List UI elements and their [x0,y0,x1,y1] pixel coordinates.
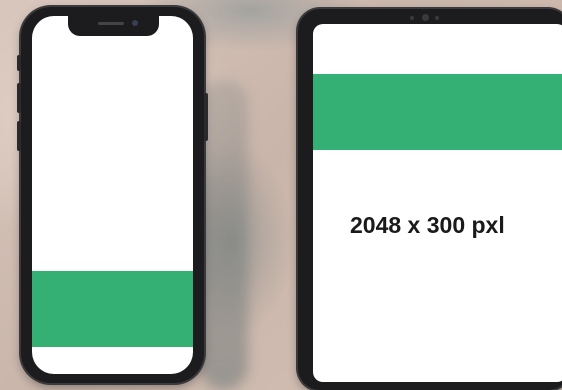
phone-notch [68,16,159,36]
camera-icon [422,14,429,21]
tablet-mockup: 2048 x 300 pxl [298,9,562,390]
phone-side-button-power [204,93,208,141]
phone-side-button-volume-down [17,121,21,151]
phone-side-button-volume-up [17,83,21,113]
phone-mockup [17,7,208,383]
sensor-icon [410,16,414,20]
phone-banner [32,271,193,347]
phone-screen [32,16,193,374]
banner-size-label: 2048 x 300 pxl [350,212,505,238]
speaker-icon [98,22,124,25]
camera-icon [132,20,138,26]
sensor-icon [435,16,439,20]
tablet-screen: 2048 x 300 pxl [313,24,562,382]
phone-side-button-silent [17,55,21,71]
tablet-banner [313,74,562,150]
